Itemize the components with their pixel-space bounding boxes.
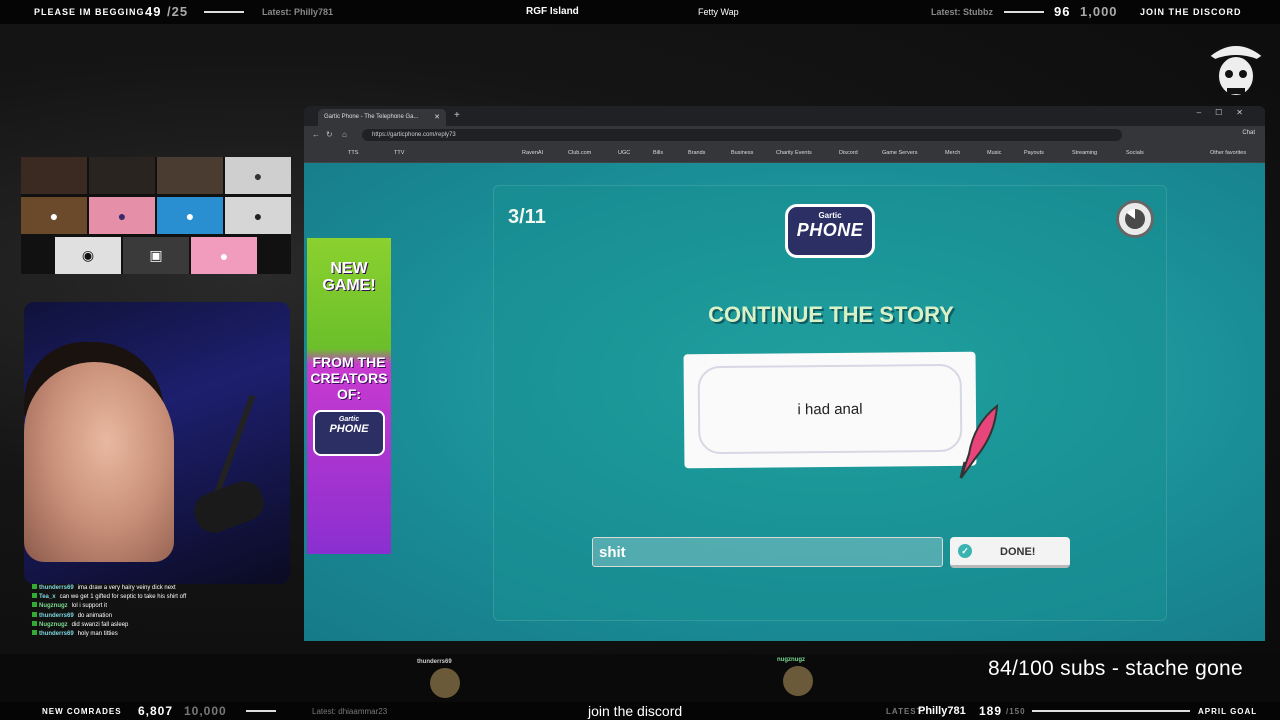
cam-tile <box>89 157 155 194</box>
cam-tile-avatar: ◉ <box>55 237 121 274</box>
bookmarks-bar: TTS TTV RavenAI Club.com UGC Bills Brand… <box>304 144 1265 163</box>
chat-button[interactable]: Chat <box>1242 130 1255 136</box>
address-bar[interactable]: https://garticphone.com/reply73 <box>362 129 1122 141</box>
viewer-avatar <box>783 666 813 696</box>
other-bookmarks[interactable]: Other favorites <box>1210 150 1246 156</box>
timer-icon <box>1116 200 1154 238</box>
stream-bottom-bar: NEW COMRADES 6,807 10,000 Latest: dhiaam… <box>0 702 1280 720</box>
address-row: ← ↻ ⌂ https://garticphone.com/reply73 Ch… <box>304 126 1265 144</box>
cam-tile-avatar: ● <box>225 197 291 234</box>
side-advertisement[interactable]: NEW GAME! FROM THE CREATORS OF: Gartic P… <box>307 238 391 554</box>
browser-tab[interactable]: Gartic Phone - The Telephone Ga... ✕ <box>318 109 446 126</box>
bookmark[interactable]: TTV <box>394 150 404 156</box>
close-tab-icon[interactable]: ✕ <box>434 113 440 121</box>
continue-story-heading: CONTINUE THE STORY <box>708 302 954 327</box>
chat-message: thunderrs69 do animation <box>32 611 292 621</box>
ad-logo: Gartic PHONE <box>313 410 385 456</box>
chat-message: Nugznugz did swanzi fall asleep <box>32 620 292 630</box>
chat-message: thunderrs69 holy man titties <box>32 630 292 639</box>
april-target: /150 <box>1006 707 1026 716</box>
bookmark[interactable]: Discord <box>839 150 858 156</box>
cam-tile-avatar: ● <box>21 197 87 234</box>
story-prompt-text: i had anal <box>697 363 963 455</box>
game-panel: 3/11 Gartic PHONE CONTINUE THE STORY i h… <box>493 185 1167 621</box>
comrades-label: NEW COMRADES <box>42 707 122 716</box>
ad-headline: NEW GAME! <box>322 260 376 294</box>
gartic-phone-logo: Gartic PHONE <box>785 204 875 258</box>
cam-tile-avatar: ● <box>157 197 223 234</box>
discord-cta: JOIN THE DISCORD <box>1140 7 1242 17</box>
latest-left: Latest: dhiaammar23 <box>312 707 388 716</box>
window-controls[interactable]: –☐✕ <box>1197 108 1257 117</box>
bookmark[interactable]: Club.com <box>568 150 591 156</box>
now-playing-artist: Fetty Wap <box>698 7 739 17</box>
ad-subline: FROM THE CREATORS OF: <box>310 354 388 402</box>
bookmark[interactable]: Brands <box>688 150 705 156</box>
viewer-name-left: thunderrs69 <box>417 659 452 665</box>
cam-tile-avatar: ▣ <box>123 237 189 274</box>
latest-right-user: Philly781 <box>918 705 966 717</box>
done-button[interactable]: ✓ DONE! <box>950 537 1070 568</box>
round-counter: 3/11 <box>508 206 546 228</box>
viewer-avatar <box>430 668 460 698</box>
chat-message: thunderrs69 ima draw a very hairy veiny d… <box>32 584 292 593</box>
reload-icon[interactable]: ↻ <box>326 130 333 139</box>
stream-top-bar: PLEASE IM BEGGING 49 /25 Latest: Philly7… <box>0 0 1280 24</box>
bookmark[interactable]: TTS <box>348 150 358 156</box>
home-icon[interactable]: ⌂ <box>342 130 347 139</box>
tab-strip: Gartic Phone - The Telephone Ga... ✕ + –… <box>304 106 1265 126</box>
cam-tile-avatar: ● <box>89 197 155 234</box>
tab-title: Gartic Phone - The Telephone Ga... <box>324 114 419 120</box>
chat-message: Tea_x can we get 1 gifted for septic to t… <box>32 593 292 602</box>
cam-tile <box>157 157 223 194</box>
bookmark[interactable]: Bills <box>653 150 663 156</box>
microphone-icon <box>194 394 264 533</box>
cam-tile-avatar: ● <box>225 157 291 194</box>
new-tab-icon[interactable]: + <box>454 110 460 121</box>
viewer-name-right: nugznugz <box>777 657 805 663</box>
bookmark[interactable]: Merch <box>945 150 960 156</box>
back-icon[interactable]: ← <box>312 130 320 139</box>
gartic-phone-game: 3/11 Gartic PHONE CONTINUE THE STORY i h… <box>304 163 1265 641</box>
streamer-webcam <box>24 302 290 584</box>
goal-progress-bar <box>204 11 244 13</box>
latest-right: Latest: Stubbz <box>931 7 993 17</box>
skull-logo-icon <box>1203 34 1269 102</box>
comrades-target: 10,000 <box>184 704 227 718</box>
bookmark[interactable]: RavenAI <box>522 150 543 156</box>
right-target: 1,000 <box>1080 4 1118 19</box>
stream-chat: thunderrs69 ima draw a very hairy veiny d… <box>32 584 292 639</box>
now-playing-title: RGF Island <box>526 6 579 17</box>
story-card: i had anal <box>683 351 977 469</box>
goal-current: 49 <box>145 4 162 19</box>
april-label: APRIL GOAL <box>1198 707 1258 716</box>
comrades-progress-bar <box>246 710 276 712</box>
cam-tile-avatar: ● <box>191 237 257 274</box>
bookmark[interactable]: Payouts <box>1024 150 1044 156</box>
bookmark[interactable]: Music <box>987 150 1001 156</box>
chat-message: Nugznugz lol i support it <box>32 602 292 611</box>
right-progress-bar <box>1004 11 1044 13</box>
goal-target: /25 <box>167 4 189 19</box>
bookmark[interactable]: Streaming <box>1072 150 1097 156</box>
quill-icon <box>959 404 999 479</box>
bookmark[interactable]: Game Servers <box>882 150 917 156</box>
april-current: 189 <box>979 704 1003 718</box>
bookmark[interactable]: UGC <box>618 150 630 156</box>
bookmark[interactable]: Charity Events <box>776 150 812 156</box>
april-progress-bar <box>1032 710 1190 712</box>
goal-label: PLEASE IM BEGGING <box>34 7 145 17</box>
right-current: 96 <box>1054 4 1071 19</box>
latest-left: Latest: Philly781 <box>262 7 334 17</box>
bookmark[interactable]: Business <box>731 150 753 156</box>
comrades-current: 6,807 <box>138 704 174 718</box>
browser-window: Gartic Phone - The Telephone Ga... ✕ + –… <box>304 106 1265 641</box>
bookmark[interactable]: Socials <box>1126 150 1144 156</box>
participant-cam-grid: ● ● ● ● ● ◉ ▣ ● <box>21 157 291 274</box>
subs-goal-text: 84/100 subs - stache gone <box>988 657 1244 680</box>
cam-tile <box>21 157 87 194</box>
discord-text: join the discord <box>588 703 683 719</box>
story-input[interactable]: shit <box>592 537 943 567</box>
check-icon: ✓ <box>958 544 972 558</box>
